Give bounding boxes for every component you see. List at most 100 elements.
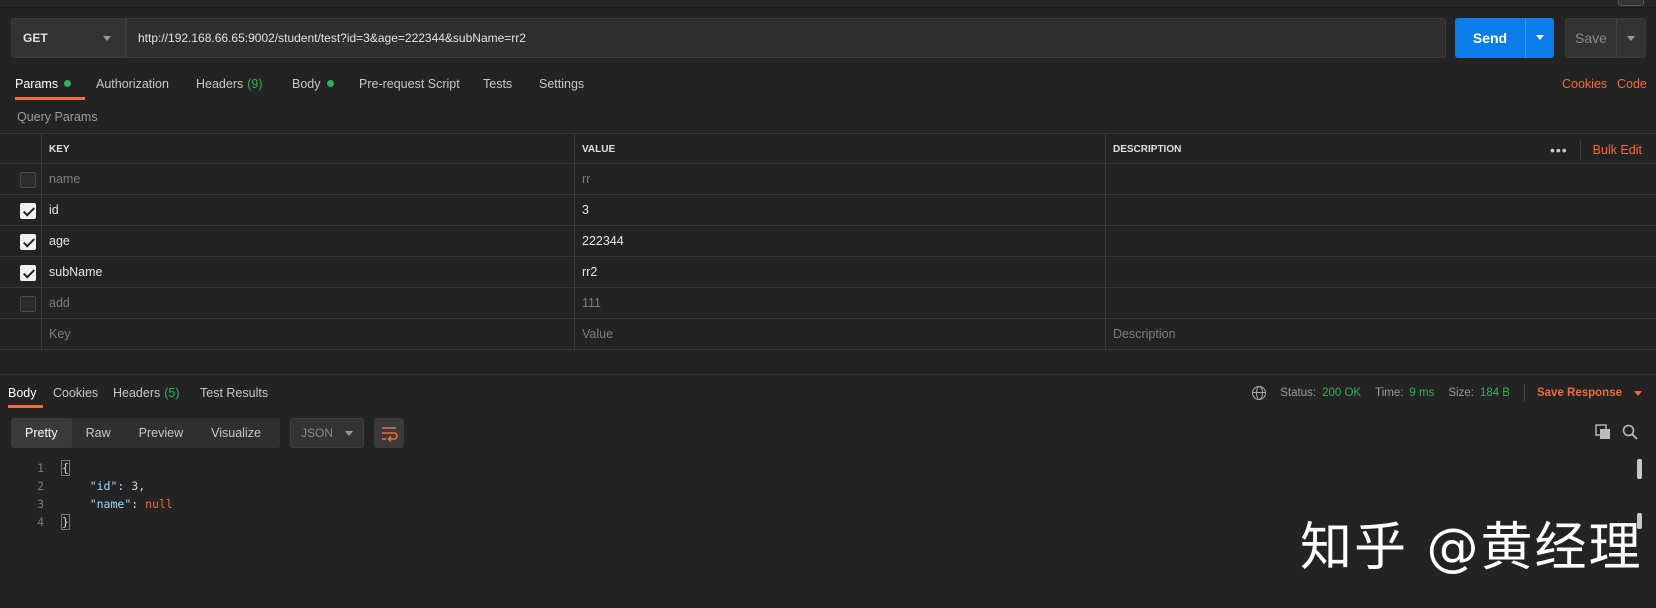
param-description[interactable] [1106, 257, 1656, 288]
send-divider [1525, 18, 1526, 58]
response-tab-cookies[interactable]: Cookies [53, 382, 98, 408]
param-description[interactable] [1106, 195, 1656, 226]
save-button[interactable]: Save [1565, 18, 1646, 58]
response-divider[interactable] [0, 374, 1656, 375]
send-label: Send [1472, 30, 1508, 46]
chevron-down-icon[interactable] [1634, 390, 1642, 396]
size-value: 184 B [1479, 387, 1510, 399]
tab-tests-label: Tests [483, 77, 513, 91]
param-key[interactable]: add [42, 288, 575, 319]
param-value[interactable]: 3 [575, 195, 1106, 226]
status-value: 200 OK [1322, 387, 1362, 399]
response-tab-body[interactable]: Body [8, 382, 43, 408]
tab-params[interactable]: Params [15, 72, 86, 100]
method-select[interactable]: GET [11, 18, 126, 58]
tab-settings[interactable]: Settings [539, 72, 584, 100]
param-value[interactable]: 222344 [575, 226, 1106, 257]
cookies-link[interactable]: Cookies [1562, 72, 1607, 96]
tab-settings-label: Settings [539, 77, 585, 91]
save-options-chevron-icon[interactable] [1627, 36, 1635, 41]
table-row: subName rr2 [0, 257, 1656, 288]
tab-headers[interactable]: Headers (9) [196, 72, 263, 100]
row-checkbox-cell [0, 164, 42, 195]
row-checkbox[interactable] [20, 234, 36, 250]
json-value-id: 3 [131, 479, 139, 493]
more-options-icon[interactable]: ••• [1538, 139, 1581, 160]
response-status-bar: Status: 200 OK Time: 9 ms Size: 184 B Save … [1252, 382, 1656, 404]
response-tab-test-results[interactable]: Test Results [200, 382, 268, 408]
wrap-lines-button[interactable] [374, 418, 404, 448]
tab-body[interactable]: Body [292, 72, 334, 100]
tab-tests[interactable]: Tests [483, 72, 512, 100]
copy-icon[interactable] [1595, 424, 1611, 440]
param-key[interactable]: id [42, 195, 575, 226]
format-select[interactable]: JSON [290, 418, 364, 448]
query-params-table: KEY VALUE DESCRIPTION ••• Bulk Edit name… [0, 133, 1656, 350]
param-value[interactable]: rr [575, 164, 1106, 195]
param-description[interactable] [1106, 288, 1656, 319]
view-mode-visualize[interactable]: Visualize [197, 418, 275, 448]
tab-headers-label: Headers [196, 77, 244, 91]
json-key-name: "name" [89, 497, 132, 511]
line-number: 2 [37, 479, 44, 493]
param-key[interactable]: name [42, 164, 575, 195]
view-mode-preview[interactable]: Preview [125, 418, 197, 448]
tab-pre-request-script[interactable]: Pre-request Script [359, 72, 460, 100]
scrollbar-thumb[interactable] [1637, 459, 1642, 479]
row-checkbox-cell [0, 319, 42, 350]
tab-params-label: Params [15, 77, 59, 91]
code-link[interactable]: Code [1617, 72, 1647, 96]
param-value[interactable]: 111 [575, 288, 1106, 319]
search-icon[interactable] [1622, 424, 1638, 440]
table-row: add 111 [0, 288, 1656, 319]
query-params-title: Query Params [17, 110, 98, 124]
time-value: 9 ms [1409, 387, 1435, 399]
row-checkbox[interactable] [20, 203, 36, 219]
headers-count: (9) [247, 77, 263, 91]
table-header-row: KEY VALUE DESCRIPTION ••• Bulk Edit [0, 133, 1656, 165]
json-value-name: null [145, 497, 173, 511]
code-line: 2 "id": 3, [0, 477, 1636, 495]
params-active-dot-icon [64, 80, 72, 87]
watermark-text: 知乎 @黄经理 [1300, 518, 1643, 578]
view-mode-raw[interactable]: Raw [72, 418, 125, 448]
row-checkbox-cell [0, 257, 42, 288]
new-param-row: Key Value Description [0, 319, 1656, 350]
row-checkbox-cell [0, 195, 42, 226]
globe-icon[interactable] [1252, 386, 1267, 400]
table-row: id 3 [0, 195, 1656, 226]
url-input[interactable]: http://192.168.66.65:9002/student/test?i… [126, 18, 1446, 58]
code-line: 1 { [0, 459, 1636, 477]
new-description-input[interactable]: Description [1106, 319, 1656, 350]
chevron-down-icon [345, 431, 353, 436]
line-number: 4 [37, 515, 44, 529]
tab-pre-request-label: Pre-request Script [359, 77, 460, 91]
window-control[interactable] [1618, 0, 1644, 6]
method-label: GET [23, 31, 48, 45]
tab-authorization[interactable]: Authorization [96, 72, 169, 100]
time-label: Time: 9 ms [1375, 387, 1435, 399]
row-checkbox[interactable] [20, 172, 36, 188]
row-checkbox-cell [0, 226, 42, 257]
param-description[interactable] [1106, 226, 1656, 257]
row-checkbox[interactable] [20, 296, 36, 312]
status-label: Status: 200 OK [1280, 387, 1362, 399]
view-mode-bar: Pretty Raw Preview Visualize [11, 418, 280, 448]
send-options-chevron-icon[interactable] [1536, 35, 1544, 40]
new-key-input[interactable]: Key [42, 319, 575, 350]
new-value-input[interactable]: Value [575, 319, 1106, 350]
send-button[interactable]: Send [1455, 18, 1554, 58]
bulk-edit-link[interactable]: Bulk Edit [1581, 143, 1656, 157]
param-key[interactable]: subName [42, 257, 575, 288]
param-key[interactable]: age [42, 226, 575, 257]
param-value[interactable]: rr2 [575, 257, 1106, 288]
save-response-button[interactable]: Save Response [1537, 387, 1622, 399]
size-label: Size: 184 B [1448, 387, 1510, 399]
table-row: age 222344 [0, 226, 1656, 257]
view-mode-pretty[interactable]: Pretty [11, 418, 72, 448]
column-header-value: VALUE [575, 134, 1106, 165]
row-checkbox[interactable] [20, 265, 36, 281]
param-description[interactable] [1106, 164, 1656, 195]
format-label: JSON [301, 426, 334, 440]
response-tab-headers[interactable]: Headers (5) [113, 382, 180, 408]
